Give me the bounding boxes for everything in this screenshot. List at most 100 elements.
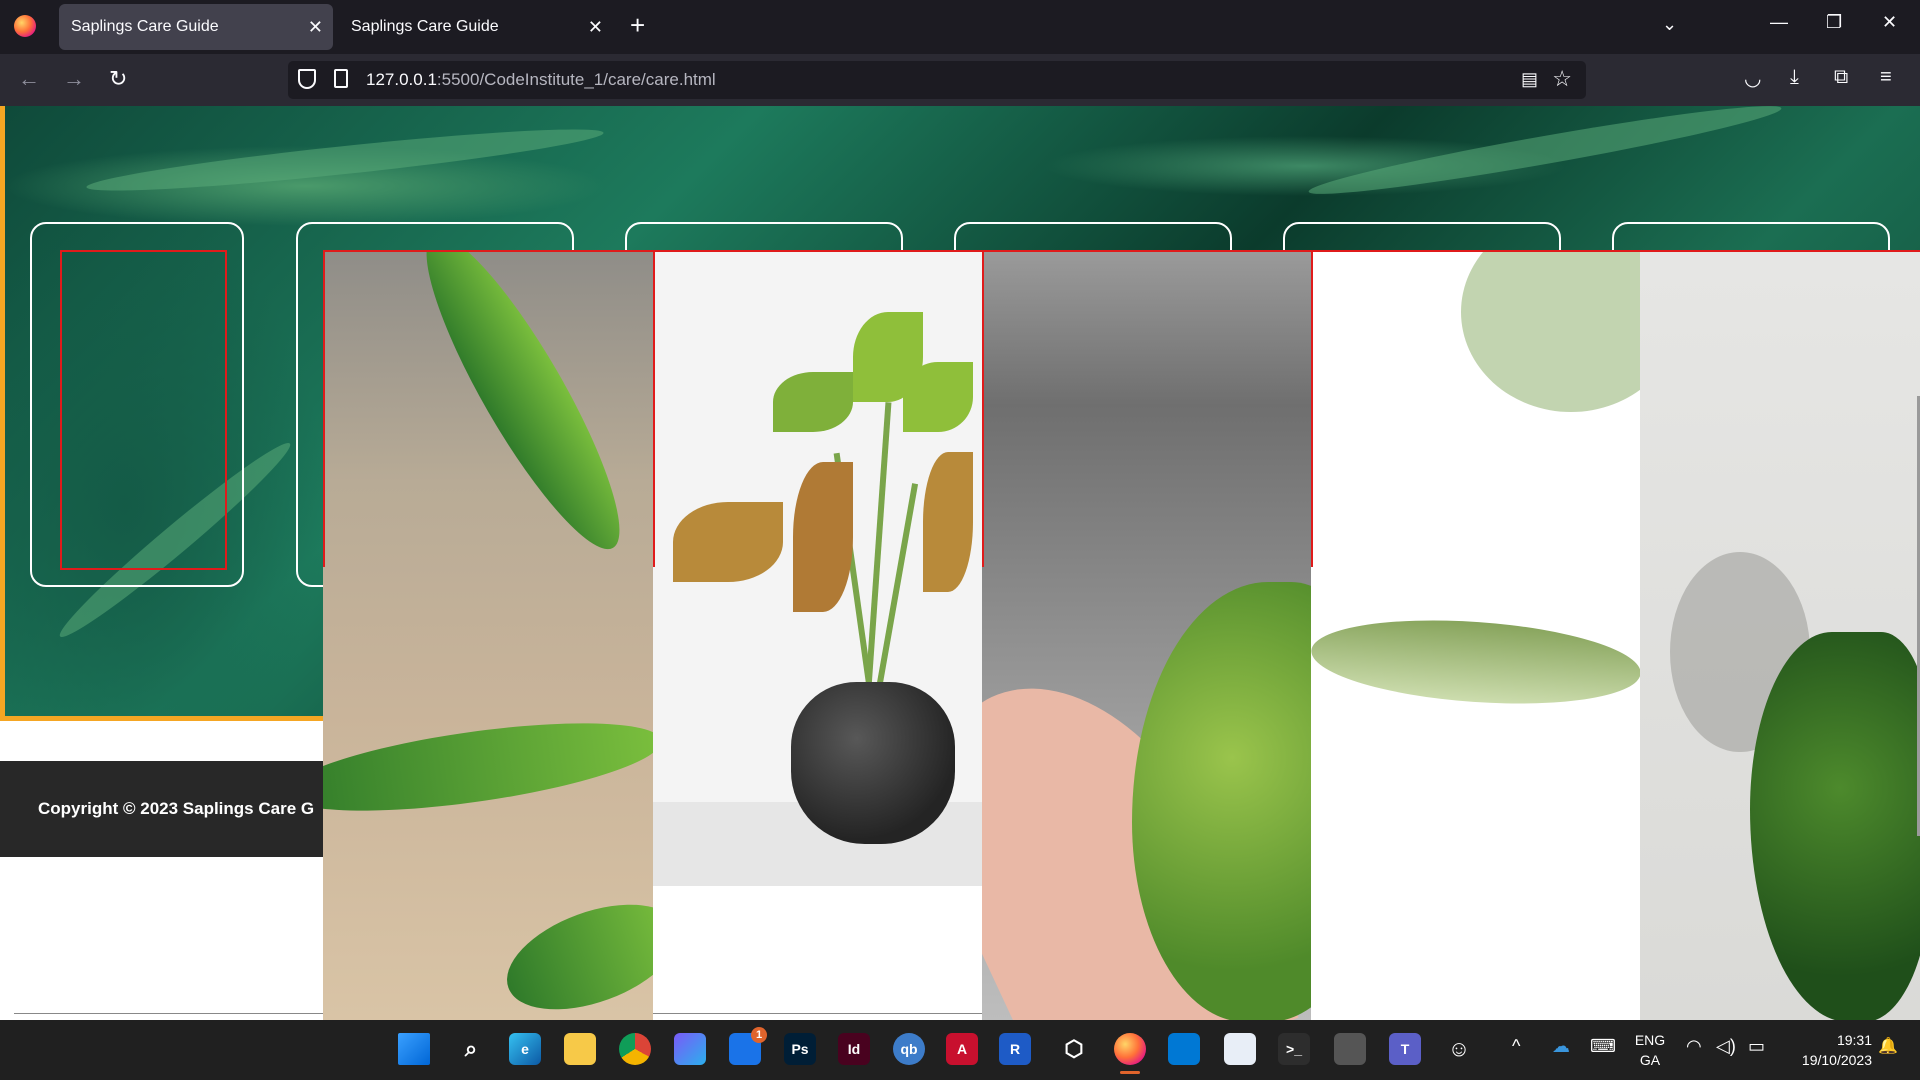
vscode-icon[interactable] [1168, 1033, 1200, 1065]
page-icon[interactable] [334, 69, 348, 88]
image-outline [653, 252, 655, 567]
url-host: 127.0.0.1 [366, 70, 437, 89]
tab-saplings-care-guide-active[interactable]: Saplings Care Guide ✕ [59, 4, 333, 50]
onedrive-icon[interactable]: ☁ [1552, 1036, 1570, 1057]
tab-list-chevron-icon[interactable]: ⌄ [1662, 14, 1677, 35]
copyright-text: Copyright © 2023 Saplings Care G [38, 799, 315, 818]
url-text[interactable]: 127.0.0.1:5500/CodeInstitute_1/care/care… [366, 61, 716, 99]
start-icon[interactable] [398, 1033, 430, 1065]
browser-nav-toolbar: ← → ↻ 127.0.0.1:5500/CodeInstitute_1/car… [0, 54, 1920, 106]
pocket-icon[interactable]: ◡ [1744, 66, 1761, 91]
edge-icon[interactable]: e [509, 1033, 541, 1065]
inkscape-icon[interactable] [1334, 1033, 1366, 1065]
revit-icon[interactable]: R [999, 1033, 1031, 1065]
chrome-icon[interactable] [619, 1033, 651, 1065]
plant-photo-blurred-leaves [323, 250, 653, 1020]
taskbar-app-label: ⬡ [1064, 1036, 1084, 1061]
new-tab-icon[interactable]: + [630, 10, 645, 41]
volume-icon[interactable]: ◁) [1716, 1036, 1736, 1057]
dry-leaf-shape [793, 462, 853, 612]
window-close-icon[interactable]: ✕ [1882, 12, 1897, 33]
tab-title: Saplings Care Guide [351, 18, 499, 35]
notifications-icon[interactable]: 🔔 [1878, 1036, 1898, 1056]
leaf-shape [1461, 252, 1640, 412]
notepad-icon[interactable] [1224, 1033, 1256, 1065]
plant-photo-potted-dieffenbachia [653, 250, 982, 886]
taskbar-app-label: qb [900, 1041, 918, 1057]
close-tab-icon[interactable]: ✕ [588, 4, 603, 50]
browser-tab-strip: Saplings Care Guide ✕ Saplings Care Guid… [0, 0, 1920, 54]
minimize-icon[interactable]: — [1770, 12, 1788, 33]
image-outline [323, 252, 325, 567]
forward-arrow-icon[interactable]: → [63, 66, 85, 92]
taskbar-app-label: Ps [791, 1041, 809, 1057]
terminal-icon[interactable]: >_ [1278, 1033, 1310, 1065]
qbittorrent-icon[interactable]: qb [893, 1033, 925, 1065]
virtualbox-icon[interactable]: ⬡ [1058, 1033, 1090, 1065]
reload-icon[interactable]: ↻ [109, 66, 127, 92]
firefox-icon[interactable] [1114, 1033, 1146, 1074]
tray-overflow-chevron-icon[interactable]: ^ [1512, 1036, 1520, 1057]
clock-time: 19:31 [1836, 1032, 1872, 1048]
tab-title: Saplings Care Guide [71, 18, 219, 35]
photoshop-icon[interactable]: Ps [784, 1033, 816, 1065]
leaf-shape [493, 883, 653, 1020]
clock[interactable]: 19:31 19/10/2023 [1782, 1030, 1872, 1070]
teams-icon[interactable]: T [1389, 1033, 1421, 1065]
emoji-icon[interactable]: ☺ [1443, 1033, 1475, 1065]
leaf-decoration [84, 118, 606, 202]
taskbar-app-label: T [1400, 1041, 1410, 1057]
taskbar-app-label: e [521, 1041, 529, 1057]
shield-icon[interactable] [298, 69, 316, 89]
file-explorer-icon[interactable] [564, 1033, 596, 1065]
firefox-icon[interactable] [14, 15, 36, 37]
close-tab-icon[interactable]: ✕ [308, 4, 323, 50]
bookmark-star-icon[interactable]: ☆ [1552, 66, 1572, 92]
screen: Saplings Care Guide ✕ Saplings Care Guid… [0, 0, 1920, 1080]
menu-icon[interactable]: ≡ [1880, 66, 1892, 89]
downloads-icon[interactable]: ⤓ [1790, 66, 1799, 89]
clock-date: 19/10/2023 [1801, 1052, 1872, 1068]
leaf-shape [1750, 632, 1920, 1020]
search-icon[interactable]: ⌕ [455, 1033, 487, 1065]
keyboard-icon[interactable]: ⌨ [1590, 1036, 1616, 1057]
language-code: ENG [1634, 1032, 1666, 1048]
battery-icon[interactable]: ▭ [1748, 1036, 1765, 1057]
plant-photo-leaf-shadow [1640, 250, 1920, 1020]
back-arrow-icon[interactable]: ← [18, 66, 40, 92]
page-viewport[interactable]: Copyright © 2023 Saplings Care G [0, 106, 1920, 1020]
input-language-indicator[interactable]: ENG GA [1630, 1030, 1670, 1070]
copilot-icon[interactable] [674, 1033, 706, 1065]
taskbar-app-label: >_ [1286, 1041, 1302, 1057]
leaf-shape [323, 705, 653, 829]
mail-icon[interactable]: 1 [729, 1027, 767, 1065]
dry-leaf-shape [923, 452, 973, 592]
card-image-placeholder [60, 250, 227, 570]
image-outline [1311, 252, 1313, 567]
address-bar[interactable]: 127.0.0.1:5500/CodeInstitute_1/care/care… [288, 61, 1586, 99]
restore-icon[interactable]: ❐ [1826, 12, 1842, 33]
leaf-shape [1311, 610, 1640, 714]
taskbar-app-label: Id [847, 1041, 861, 1057]
leaf-decoration [1306, 106, 1784, 206]
url-path: :5500/CodeInstitute_1/care/care.html [436, 70, 716, 89]
autocad-icon[interactable]: A [946, 1033, 978, 1065]
taskbar-app-label: R [1009, 1041, 1021, 1057]
extensions-icon[interactable]: ⧉ [1834, 66, 1848, 89]
taskbar-app-label: A [956, 1041, 968, 1057]
leaf-shape [773, 372, 853, 432]
tab-saplings-care-guide[interactable]: Saplings Care Guide ✕ [339, 4, 613, 50]
plant-photo-leaf-closeup [1311, 250, 1640, 1020]
indesign-icon[interactable]: Id [838, 1033, 870, 1065]
leaf-shape [398, 252, 648, 568]
keyboard-layout-code: GA [1639, 1052, 1661, 1068]
dry-leaf-shape [673, 502, 783, 582]
active-app-indicator [1120, 1071, 1140, 1074]
plant-photo-monstera-in-hand [982, 250, 1311, 1020]
wifi-icon[interactable]: ◠ [1686, 1036, 1702, 1057]
windows-taskbar: ⌕ e 1 Ps Id qb A R ⬡ >_ T ☺ ^ ☁ ⌨ ENG GA ◠ ◁) ▭ 19:… [0, 1020, 1920, 1080]
image-outline [982, 252, 984, 567]
reader-view-icon[interactable]: ▤ [1521, 69, 1538, 90]
plant-pot [791, 682, 955, 844]
taskbar-app-label: ☺ [1447, 1036, 1471, 1061]
